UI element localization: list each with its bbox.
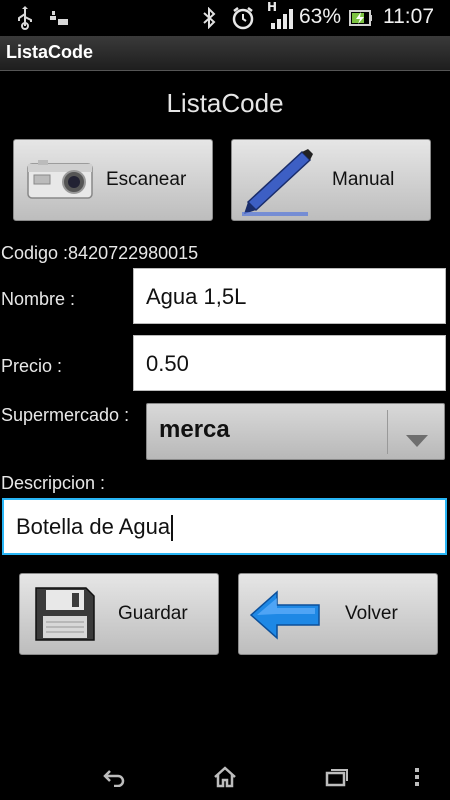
- cell-signal-icon: H: [266, 0, 296, 30]
- save-button[interactable]: Guardar: [19, 573, 219, 655]
- back-nav-icon[interactable]: [99, 764, 129, 790]
- nombre-input[interactable]: Agua 1,5L: [133, 268, 446, 324]
- clock: 11:07: [383, 5, 434, 28]
- bluetooth-icon: [200, 6, 218, 30]
- descripcion-label: Descripcion :: [1, 473, 106, 493]
- back-arrow-icon: [249, 590, 321, 646]
- supermercado-label: Supermercado :: [1, 405, 130, 425]
- scan-label: Escanear: [106, 169, 187, 190]
- codigo-label: Codigo :: [1, 243, 69, 263]
- recent-apps-icon[interactable]: [322, 764, 352, 790]
- dropdown-arrow-icon: [406, 426, 428, 454]
- back-label: Volver: [345, 603, 398, 624]
- supermercado-value: merca: [159, 416, 230, 443]
- floppy-disk-icon: [34, 586, 96, 648]
- codigo-value: 8420722980015: [68, 243, 199, 263]
- alarm-icon: [230, 6, 256, 30]
- select-divider: [387, 410, 388, 454]
- manual-label: Manual: [332, 169, 395, 190]
- home-nav-icon[interactable]: [210, 764, 240, 790]
- signal-bars-icon: [48, 6, 70, 30]
- window-title: ListaCode: [6, 42, 94, 62]
- supermercado-select[interactable]: merca: [146, 403, 445, 460]
- battery-charging-icon: [348, 6, 374, 30]
- status-bar: H 63% 11:07: [0, 0, 450, 36]
- text-cursor: [171, 515, 174, 542]
- page-title: ListaCode: [166, 88, 284, 118]
- usb-icon: [14, 6, 36, 30]
- camera-icon: [26, 158, 96, 208]
- title-bar: ListaCode: [0, 36, 450, 71]
- descripcion-input[interactable]: Botella de Agua: [2, 498, 447, 555]
- back-button[interactable]: Volver: [238, 573, 438, 655]
- battery-percent: 63%: [299, 5, 342, 28]
- descripcion-value: Botella de Agua: [16, 514, 171, 539]
- scan-button[interactable]: Escanear: [13, 139, 213, 221]
- precio-label: Precio :: [1, 356, 63, 376]
- navigation-bar: [0, 752, 450, 800]
- save-label: Guardar: [118, 603, 188, 624]
- pen-icon: [238, 146, 314, 224]
- precio-input[interactable]: 0.50: [133, 335, 446, 391]
- overflow-menu-icon[interactable]: [407, 764, 427, 790]
- codigo-row: Codigo :8420722980015: [1, 243, 198, 264]
- nombre-label: Nombre :: [1, 289, 76, 309]
- manual-button[interactable]: Manual: [231, 139, 431, 221]
